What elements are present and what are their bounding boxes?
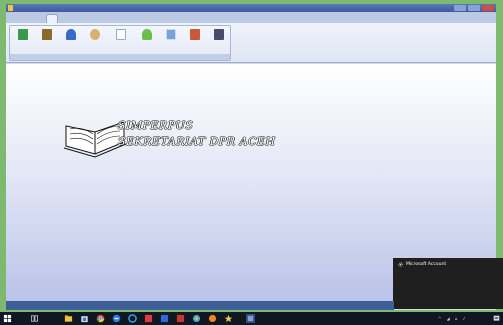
ribbon-group: [9, 25, 231, 61]
chrome-icon[interactable]: [96, 314, 105, 323]
ribbon-group-label: [10, 54, 230, 60]
menu-tab-2[interactable]: [22, 14, 32, 23]
close-button[interactable]: [482, 5, 494, 11]
menu-tab-3[interactable]: [34, 14, 44, 23]
ribbon-button-2[interactable]: [36, 28, 58, 54]
app-globe-icon[interactable]: [208, 314, 217, 323]
notification-title: Microsoft Account: [406, 262, 447, 267]
ribbon-button-7[interactable]: [160, 28, 182, 54]
ribbon-button-3[interactable]: [60, 28, 82, 54]
ribbon-button-9[interactable]: [208, 28, 230, 54]
ie-icon[interactable]: [128, 314, 137, 323]
taskbar: ^ ◢ ⌂ ♪: [0, 312, 503, 325]
borrow-report-icon: [90, 29, 100, 40]
app-icon: [8, 5, 13, 11]
ribbon-button-1[interactable]: [12, 28, 34, 54]
edge-icon[interactable]: [112, 314, 121, 323]
notification-header: Microsoft Account: [398, 262, 498, 267]
app-current-icon[interactable]: [246, 314, 255, 323]
fine-report-icon: [214, 29, 224, 40]
app-title-line2: SEKRETARIAT DPR ACEH: [118, 135, 276, 148]
window-controls: [454, 5, 494, 11]
tray-icons[interactable]: ^ ◢ ⌂ ♪: [438, 312, 467, 325]
people-report-icon: [142, 29, 152, 40]
book-report-icon: [42, 29, 52, 40]
app-blue-icon[interactable]: [160, 314, 169, 323]
menu-bar: [6, 12, 496, 23]
file-explorer-icon[interactable]: [64, 314, 73, 323]
status-bar: [6, 301, 394, 310]
menu-tab-1[interactable]: [10, 14, 20, 23]
ribbon: [6, 23, 496, 63]
maximize-button[interactable]: [468, 5, 480, 11]
store-icon[interactable]: [80, 314, 89, 323]
visitor-report-icon: [166, 29, 176, 40]
ribbon-button-5[interactable]: [110, 28, 132, 54]
document-report-icon: [116, 29, 126, 40]
ribbon-button-6[interactable]: [136, 28, 158, 54]
gear-icon: [398, 262, 403, 267]
ribbon-button-8[interactable]: [184, 28, 206, 54]
chart-report-icon: [18, 29, 28, 40]
minimize-button[interactable]: [454, 5, 466, 11]
title-bar[interactable]: [6, 4, 496, 12]
task-view-icon[interactable]: [30, 314, 39, 323]
app-star-icon[interactable]: [224, 314, 233, 323]
app-red2-icon[interactable]: [176, 314, 185, 323]
app-title-line1: SIMPERPUS: [118, 119, 194, 132]
stock-report-icon: [190, 29, 200, 40]
app-red-icon[interactable]: [144, 314, 153, 323]
notification-center-icon[interactable]: [493, 315, 500, 322]
ribbon-button-4[interactable]: [84, 28, 106, 54]
member-report-icon: [66, 29, 76, 40]
notification-toast[interactable]: Microsoft Account: [393, 258, 503, 309]
start-icon[interactable]: [3, 314, 12, 323]
app-paint-icon[interactable]: [192, 314, 201, 323]
menu-tab-4[interactable]: [46, 14, 58, 23]
